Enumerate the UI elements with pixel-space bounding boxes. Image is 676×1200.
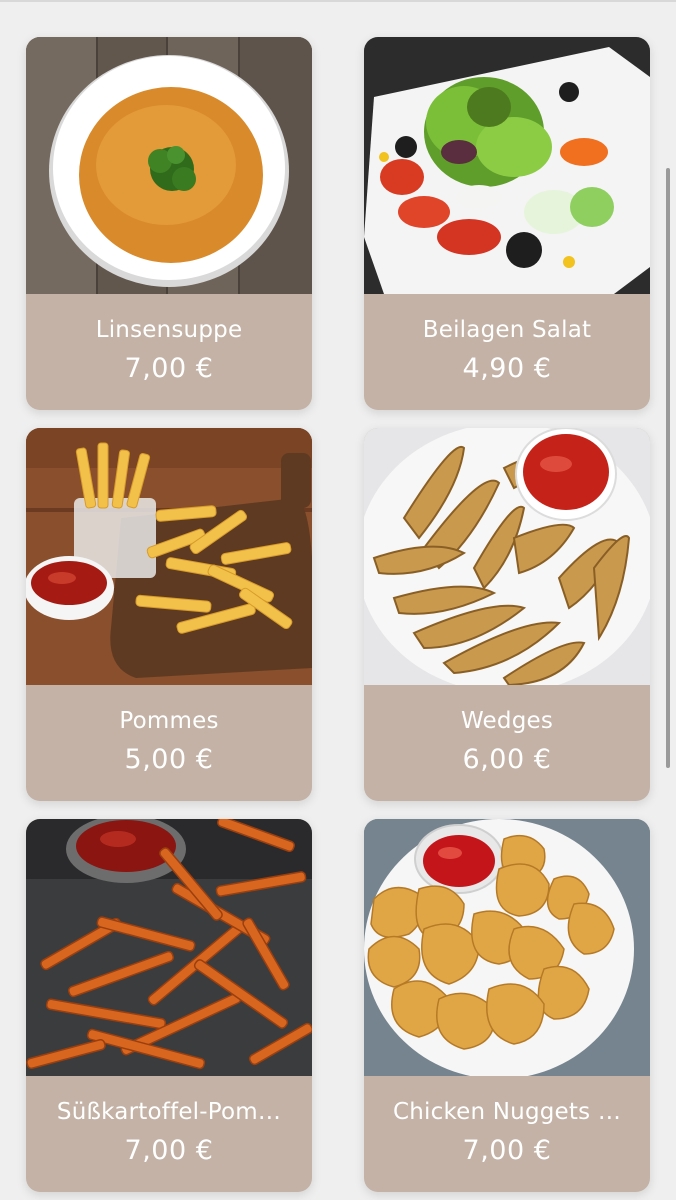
menu-item-name: Süßkartoffel-Pom… [56,1098,282,1125]
menu-item-price: 7,00 € [124,352,214,384]
menu-item-info: Wedges 6,00 € [364,685,650,801]
menu-item-price: 4,90 € [462,352,552,384]
menu-item-name: Beilagen Salat [422,316,592,343]
menu-item-name: Pommes [119,707,219,734]
menu-item-name: Wedges [460,707,554,734]
menu-item-card[interactable]: Linsensuppe 7,00 € [26,37,312,410]
menu-item-name: Chicken Nuggets … [392,1098,622,1125]
vertical-scrollbar[interactable] [666,168,670,768]
french-fries-image [26,428,312,685]
menu-item-info: Linsensuppe 7,00 € [26,294,312,410]
potato-wedges-image [364,428,650,685]
sweet-potato-fries-image [26,819,312,1076]
menu-item-price: 6,00 € [462,743,552,775]
menu-item-info: Chicken Nuggets … 7,00 € [364,1076,650,1192]
menu-item-price: 7,00 € [462,1134,552,1166]
status-divider [0,0,676,2]
menu-item-info: Pommes 5,00 € [26,685,312,801]
menu-item-card[interactable]: Wedges 6,00 € [364,428,650,801]
menu-item-card[interactable]: Süßkartoffel-Pom… 7,00 € [26,819,312,1192]
menu-item-card[interactable]: Beilagen Salat 4,90 € [364,37,650,410]
menu-item-info: Süßkartoffel-Pom… 7,00 € [26,1076,312,1192]
lentil-soup-image [26,37,312,294]
chicken-nuggets-image [364,819,650,1076]
menu-item-card[interactable]: Chicken Nuggets … 7,00 € [364,819,650,1192]
menu-item-card[interactable]: Pommes 5,00 € [26,428,312,801]
menu-item-name: Linsensuppe [95,316,243,343]
menu-item-price: 5,00 € [124,743,214,775]
menu-screen: Linsensuppe 7,00 € Beilagen Salat 4,90 €… [0,0,676,1200]
side-salad-image [364,37,650,294]
menu-item-info: Beilagen Salat 4,90 € [364,294,650,410]
menu-grid: Linsensuppe 7,00 € Beilagen Salat 4,90 €… [26,37,650,1192]
menu-item-price: 7,00 € [124,1134,214,1166]
